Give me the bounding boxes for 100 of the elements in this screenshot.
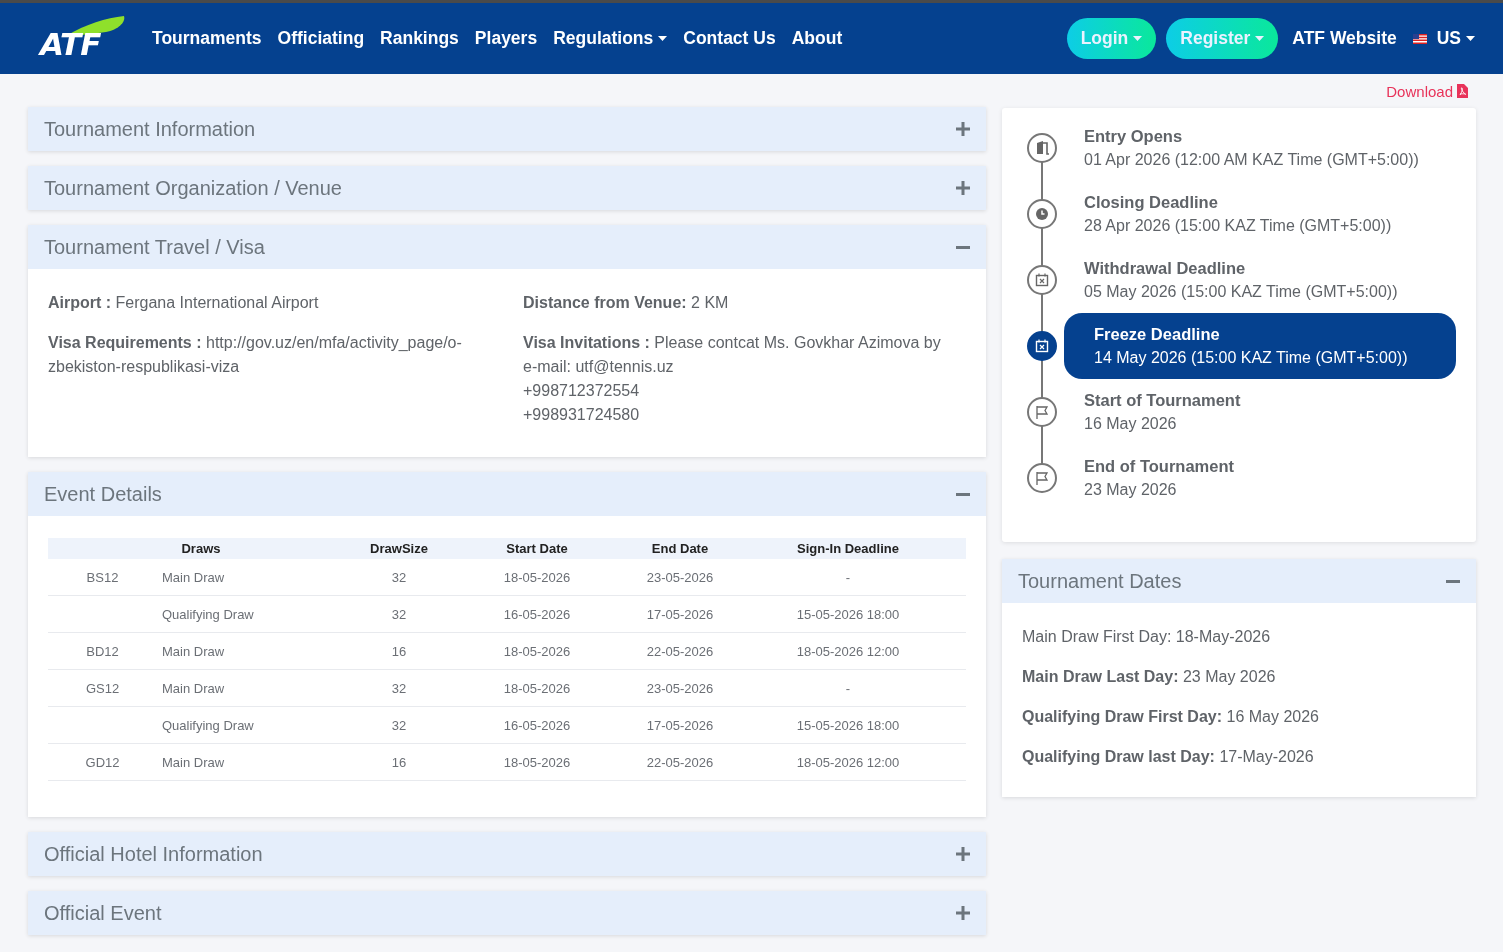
date-text: Main Draw Last Day: 23 May 2026 [1022, 667, 1277, 687]
table-cell: Main Draw [157, 670, 354, 707]
table-cell: 17-05-2026 [630, 596, 730, 633]
column-header: End Date [630, 538, 730, 559]
table-cell: 22-05-2026 [630, 633, 730, 670]
table-cell: 32 [354, 596, 444, 633]
accordion-header[interactable]: Tournament Information [28, 107, 986, 151]
table-cell: Qualifying Draw [157, 707, 354, 744]
table-cell: 15-05-2026 18:00 [730, 596, 966, 633]
table-cell: 18-05-2026 [444, 670, 630, 707]
minus-icon[interactable] [956, 245, 970, 249]
accordion-header[interactable]: Event Details [28, 472, 986, 516]
date-text: Qualifying Draw First Day: 16 May 2026 [1022, 707, 1320, 727]
section-title: Official Hotel Information [44, 842, 263, 866]
section-title: Official Event [44, 901, 162, 925]
column-header: Draws [48, 538, 354, 559]
table-cell: - [730, 559, 966, 596]
date-text: Qualifying Draw last Day: 17-May-2026 [1022, 747, 1315, 767]
accordion-header[interactable]: Tournament Organization / Venue [28, 166, 986, 210]
calendar-icon [1034, 338, 1050, 354]
info-text: Visa Invitations : Please contcat Ms. Govkhar Azimova by e-mail: utf@tennis.uz [523, 333, 942, 377]
table-cell: 32 [354, 559, 444, 596]
caret-icon [1255, 36, 1265, 41]
plus-icon[interactable] [956, 906, 970, 920]
accordion-header[interactable]: Tournament Dates [1002, 559, 1476, 603]
table-cell: 18-05-2026 12:00 [730, 744, 966, 781]
table-cell: 22-05-2026 [630, 744, 730, 781]
download-link[interactable]: Download [1386, 82, 1468, 100]
milestone-date: 05 May 2026 (15:00 KAZ Time (GMT+5:00)) [1084, 282, 1399, 302]
accordion-header[interactable]: Tournament Travel / Visa [28, 225, 986, 269]
flag-icon [1034, 470, 1050, 486]
table-cell: 16-05-2026 [444, 707, 630, 744]
phone-number: +998712372554 [523, 381, 641, 401]
milestone-date: 01 Apr 2026 (12:00 AM KAZ Time (GMT+5:00)) [1084, 150, 1420, 170]
plus-icon[interactable] [956, 847, 970, 861]
language-selector[interactable]: US [1436, 28, 1475, 49]
section-title: Tournament Information [44, 117, 256, 141]
info-text: Airport : Fergana International Airport [48, 293, 320, 313]
milestone-date: 16 May 2026 [1084, 414, 1178, 434]
milestone-title: Entry Opens [1084, 126, 1184, 147]
nav-link[interactable]: Regulations [553, 28, 668, 49]
table-cell: - [730, 670, 966, 707]
nav-link[interactable]: Players [474, 28, 538, 49]
info-text: Visa Requirements : http://gov.uz/en/mfa/activity_page/o-zbekiston-respublikasi-viza [48, 333, 463, 377]
nav-link[interactable]: Officiating [277, 28, 365, 49]
info-text: Distance from Venue: 2 KM [523, 293, 730, 313]
nav-link[interactable]: About [791, 28, 843, 49]
milestone-title: Closing Deadline [1084, 192, 1219, 213]
caret-icon [1133, 36, 1143, 41]
table-cell: Main Draw [157, 744, 354, 781]
caret-icon [1466, 36, 1475, 41]
table-cell: 15-05-2026 18:00 [730, 707, 966, 744]
milestone-title: End of Tournament [1084, 456, 1235, 477]
table-cell: 32 [354, 707, 444, 744]
door-icon [1034, 140, 1050, 156]
table-cell: Main Draw [157, 559, 354, 596]
plus-icon[interactable] [956, 122, 970, 136]
table-cell: 23-05-2026 [630, 559, 730, 596]
nav-link[interactable]: ATF Website [1292, 28, 1397, 49]
section-title: Tournament Dates [1018, 569, 1182, 593]
table-cell: 23-05-2026 [630, 670, 730, 707]
milestone-title: Freeze Deadline [1094, 324, 1221, 345]
logo-text[interactable]: ATF [40, 25, 101, 62]
table-cell: GD12 [48, 744, 157, 781]
caret-icon [658, 36, 668, 41]
table-cell: 18-05-2026 [444, 633, 630, 670]
date-text: Main Draw First Day: 18-May-2026 [1022, 627, 1272, 647]
phone-number: +998931724580 [523, 405, 641, 425]
calendar-icon [1034, 272, 1050, 288]
column-header: DrawSize [354, 538, 444, 559]
table-cell: Qualifying Draw [157, 596, 354, 633]
table-cell: BS12 [48, 559, 157, 596]
nav-link[interactable]: Tournaments [152, 28, 262, 49]
table-cell: 17-05-2026 [630, 707, 730, 744]
accordion-header[interactable]: Official Event [28, 891, 986, 935]
flag-icon [1034, 404, 1050, 420]
minus-icon[interactable] [956, 492, 970, 496]
milestone-date: 28 Apr 2026 (15:00 KAZ Time (GMT+5:00)) [1084, 216, 1393, 236]
milestone-date: 23 May 2026 [1084, 480, 1178, 500]
nav-link[interactable]: Contact Us [683, 28, 776, 49]
section-title: Tournament Organization / Venue [44, 176, 342, 200]
table-cell: GS12 [48, 670, 157, 707]
pdf-icon [1457, 84, 1468, 98]
plus-icon[interactable] [956, 181, 970, 195]
table-cell: 16 [354, 633, 444, 670]
milestone-title: Start of Tournament [1084, 390, 1242, 411]
table-cell: 32 [354, 670, 444, 707]
accordion-header[interactable]: Official Hotel Information [28, 832, 986, 876]
column-header: Start Date [444, 538, 630, 559]
clock-icon [1034, 206, 1050, 222]
section-title: Event Details [44, 482, 162, 506]
table-cell: 18-05-2026 [444, 559, 630, 596]
table-cell: 16-05-2026 [444, 596, 630, 633]
minus-icon[interactable] [1446, 579, 1460, 583]
nav-link[interactable]: Rankings [380, 28, 459, 49]
column-header: Sign-In Deadline [730, 538, 966, 559]
table-cell: 16 [354, 744, 444, 781]
table-cell: Main Draw [157, 633, 354, 670]
flag-icon [1412, 33, 1427, 44]
table-cell: 18-05-2026 [444, 744, 630, 781]
